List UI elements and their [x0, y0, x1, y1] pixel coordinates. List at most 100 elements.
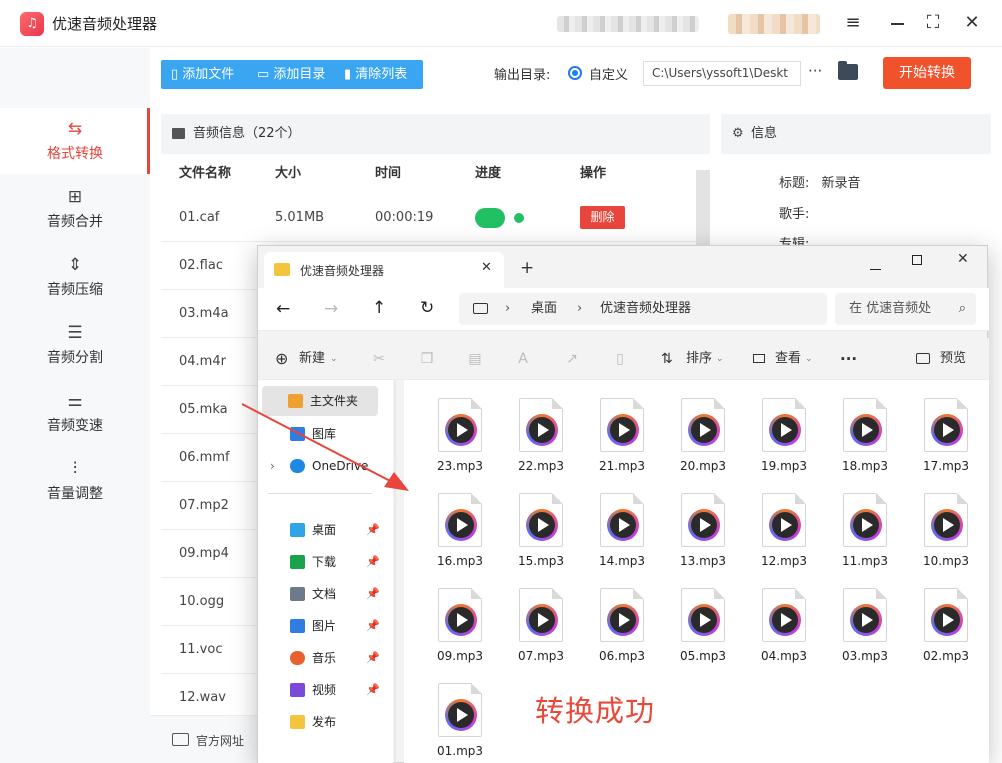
- file-item[interactable]: 18.mp3: [829, 386, 901, 478]
- refresh-icon[interactable]: ↻: [420, 298, 434, 318]
- delete-icon[interactable]: ▯: [612, 351, 628, 367]
- add-file-button[interactable]: ▯ 添加文件: [171, 60, 234, 89]
- file-item[interactable]: 19.mp3: [748, 386, 820, 478]
- file-item[interactable]: 06.mp3: [586, 576, 658, 668]
- file-item[interactable]: 20.mp3: [667, 386, 739, 478]
- explorer-nav-bar: ← → ↑ ↻ › 桌面 › 优速音频处理器 在 优速音频处 ⌕: [258, 288, 989, 331]
- nav-publish[interactable]: 发布: [270, 707, 394, 737]
- explorer-close-icon[interactable]: ✕: [957, 251, 969, 267]
- file-item[interactable]: 17.mp3: [910, 386, 982, 478]
- nav-music[interactable]: 音乐 📌: [270, 643, 394, 673]
- nav-downloads[interactable]: 下载 📌: [270, 547, 394, 577]
- file-item[interactable]: 09.mp3: [424, 576, 496, 668]
- play-icon: [445, 509, 477, 541]
- sidebar-item-split[interactable]: ☰ 音频分割: [0, 312, 150, 378]
- file-item[interactable]: 02.mp3: [910, 576, 982, 668]
- more-button[interactable]: ···: [840, 338, 857, 380]
- desktop-icon: [290, 523, 305, 537]
- file-item[interactable]: 22.mp3: [505, 386, 577, 478]
- file-item[interactable]: 13.mp3: [667, 481, 739, 573]
- audio-file-icon: [519, 588, 563, 642]
- sidebar-item-compress[interactable]: ⇕ 音频压缩: [0, 244, 150, 310]
- sidebar-item-format-convert[interactable]: ⇆ 格式转换: [0, 108, 150, 174]
- breadcrumb-folder[interactable]: 优速音频处理器: [600, 293, 691, 325]
- info-artist-label: 歌手:: [779, 207, 810, 222]
- file-name-label: 04.mp3: [760, 649, 808, 663]
- progress-toggle: [475, 208, 505, 228]
- website-link[interactable]: 官方网址: [196, 732, 244, 749]
- list-scrollbar[interactable]: [696, 170, 710, 250]
- file-item[interactable]: 23.mp3: [424, 386, 496, 478]
- view-button[interactable]: 查看: [775, 338, 801, 380]
- file-item[interactable]: 12.mp3: [748, 481, 820, 573]
- rename-icon[interactable]: A: [515, 351, 531, 367]
- cut-icon[interactable]: ✂: [371, 351, 387, 367]
- sidebar-item-volume[interactable]: ⫶ 音量调整: [0, 448, 150, 514]
- file-item[interactable]: 05.mp3: [667, 576, 739, 668]
- table-row[interactable]: 01.caf 5.01MB 00:00:19 删除: [161, 194, 696, 242]
- file-item[interactable]: 03.mp3: [829, 576, 901, 668]
- chevron-right-icon[interactable]: ›: [270, 451, 275, 481]
- file-item[interactable]: 07.mp3: [505, 576, 577, 668]
- nav-onedrive[interactable]: › OneDrive: [270, 451, 394, 481]
- address-bar[interactable]: › 桌面 › 优速音频处理器: [459, 293, 827, 325]
- explorer-search-input[interactable]: 在 优速音频处 ⌕: [835, 293, 976, 325]
- search-placeholder: 在 优速音频处: [849, 301, 932, 316]
- file-item[interactable]: 16.mp3: [424, 481, 496, 573]
- minimize-icon[interactable]: [884, 10, 910, 36]
- nav-home[interactable]: 主文件夹: [262, 386, 378, 416]
- paste-icon[interactable]: ▤: [467, 351, 483, 367]
- breadcrumb-desktop[interactable]: 桌面: [531, 293, 557, 325]
- new-button[interactable]: 新建: [299, 338, 325, 380]
- copy-icon[interactable]: ❐: [419, 351, 435, 367]
- chevron-right-icon: ›: [505, 301, 511, 316]
- nav-gallery[interactable]: 图库: [270, 419, 394, 449]
- new-tab-button[interactable]: +: [520, 258, 534, 278]
- nav-pictures[interactable]: 图片 📌: [270, 611, 394, 641]
- file-item[interactable]: 01.mp3: [424, 671, 496, 763]
- convert-icon: ⇆: [67, 119, 83, 139]
- nav-label: 图片: [312, 619, 337, 633]
- file-icon: ▯: [171, 67, 183, 82]
- menu-icon[interactable]: ≡: [840, 10, 866, 36]
- nav-desktop[interactable]: 桌面 📌: [270, 515, 394, 545]
- share-icon[interactable]: ↗: [564, 351, 580, 367]
- delete-button[interactable]: 删除: [580, 206, 625, 229]
- up-arrow-icon[interactable]: ↑: [372, 298, 386, 318]
- nav-label: 文档: [312, 587, 337, 601]
- open-folder-icon[interactable]: [838, 61, 858, 80]
- explorer-tab[interactable]: 优速音频处理器 ✕: [264, 252, 504, 288]
- start-convert-button[interactable]: 开始转换: [883, 57, 971, 89]
- back-arrow-icon[interactable]: ←: [276, 299, 290, 319]
- explorer-minimize-icon[interactable]: [870, 269, 881, 270]
- file-toolbar: ▯ 添加文件 ▭ 添加目录 ▮ 清除列表: [161, 60, 423, 89]
- file-item[interactable]: 15.mp3: [505, 481, 577, 573]
- close-icon[interactable]: ✕: [959, 10, 985, 36]
- sort-button[interactable]: 排序: [686, 338, 712, 380]
- preview-button[interactable]: 预览: [940, 338, 966, 380]
- nav-documents[interactable]: 文档 📌: [270, 579, 394, 609]
- clear-list-button[interactable]: ▮ 清除列表: [344, 60, 407, 89]
- output-custom-radio[interactable]: [568, 66, 582, 80]
- file-item[interactable]: 14.mp3: [586, 481, 658, 573]
- file-item[interactable]: 11.mp3: [829, 481, 901, 573]
- output-path-field[interactable]: C:\Users\yssoft1\Deskt: [643, 61, 801, 86]
- tab-close-icon[interactable]: ✕: [481, 260, 492, 275]
- nav-videos[interactable]: 视频 📌: [270, 675, 394, 705]
- add-dir-button[interactable]: ▭ 添加目录: [257, 60, 325, 89]
- play-icon: [850, 509, 882, 541]
- file-item[interactable]: 10.mp3: [910, 481, 982, 573]
- maximize-icon[interactable]: ⛶: [920, 10, 946, 36]
- explorer-maximize-icon[interactable]: [912, 255, 922, 265]
- sidebar-item-speed[interactable]: ⚌ 音频变速: [0, 380, 150, 446]
- file-name-label: 21.mp3: [598, 459, 646, 473]
- sidebar-item-merge[interactable]: ⊞ 音频合并: [0, 176, 150, 242]
- forward-arrow-icon[interactable]: →: [324, 299, 338, 319]
- file-name-label: 02.mp3: [922, 649, 970, 663]
- file-name-label: 13.mp3: [679, 554, 727, 568]
- file-item[interactable]: 21.mp3: [586, 386, 658, 478]
- nav-splitter[interactable]: [394, 380, 396, 763]
- play-icon: [526, 604, 558, 636]
- file-item[interactable]: 04.mp3: [748, 576, 820, 668]
- more-options-button[interactable]: ···: [808, 62, 822, 80]
